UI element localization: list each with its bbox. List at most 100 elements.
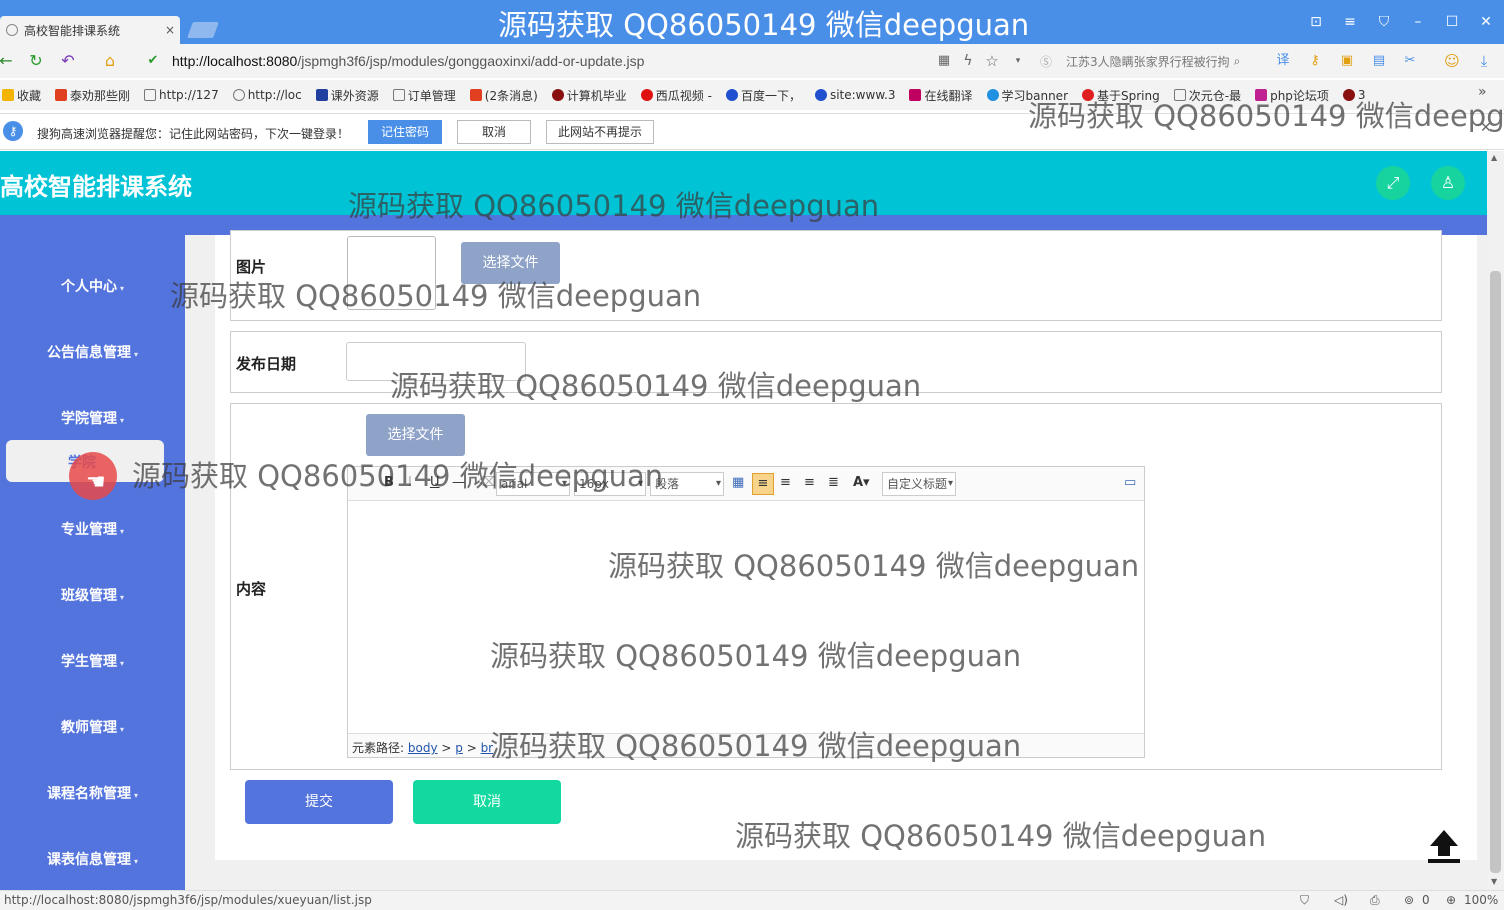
bookmark-item[interactable]: 百度一下，	[725, 87, 801, 104]
never-prompt-button[interactable]: 此网站不再提示	[546, 120, 654, 144]
remember-password-button[interactable]: 记住密码	[368, 120, 442, 144]
align-center-icon[interactable]: ≡	[804, 475, 815, 490]
scissors-icon[interactable]: ✂	[1400, 51, 1420, 71]
sidebar-toggle-icon[interactable]: ⊡	[1306, 12, 1326, 32]
bookmark-item[interactable]: http://127	[144, 88, 219, 102]
font-family-select[interactable]: arial	[496, 472, 570, 496]
align-justify-icon[interactable]: ≣	[828, 475, 839, 490]
screenshot-icon[interactable]: ▣	[1337, 51, 1357, 71]
skin-icon[interactable]: ⛉	[1374, 12, 1394, 32]
content-choose-file-button[interactable]: 选择文件	[366, 414, 465, 456]
sidebar-item-announcements[interactable]: 公告信息管理 ▾	[0, 342, 185, 362]
minimize-icon[interactable]: –	[1408, 12, 1428, 32]
rich-text-editor[interactable]: B I U — ⌫ arial 16px 段落 ▦ ≡ ≡ ≡ ≣ A▾ 自定义…	[347, 466, 1145, 758]
sidebar-item-personal-center[interactable]: 个人中心 ▾	[0, 276, 185, 296]
print-icon[interactable]: ⎙	[1370, 893, 1380, 908]
font-size-select[interactable]: 16px	[574, 472, 646, 496]
italic-icon[interactable]: I	[408, 475, 412, 490]
search-icon[interactable]: ⌕	[1234, 54, 1241, 69]
scrollbar-thumb[interactable]	[1490, 271, 1501, 873]
submit-button[interactable]: 提交	[245, 780, 393, 824]
sidebar-item-college[interactable]: 学院管理 ▾	[0, 408, 185, 428]
sidebar-item-teacher[interactable]: 教师管理 ▾	[0, 717, 185, 737]
bookmark-item[interactable]: 课外资源	[315, 87, 379, 104]
bookmark-item[interactable]: 西瓜视频 -	[640, 87, 712, 104]
format-icon[interactable]: ⌫	[478, 475, 496, 490]
fullscreen-editor-icon[interactable]: ▭	[1124, 475, 1136, 490]
sidebar-item-major[interactable]: 专业管理 ▾	[0, 519, 185, 539]
chevron-down-icon[interactable]: ▾	[1008, 51, 1028, 71]
star-icon[interactable]: ☆	[982, 51, 1002, 71]
paragraph-select[interactable]: 段落	[650, 472, 724, 496]
bookmark-item[interactable]: http://loc	[232, 88, 302, 102]
sidebar-item-class[interactable]: 班级管理 ▾	[0, 585, 185, 605]
bookmark-item[interactable]: 泰劝那些刚	[55, 87, 130, 104]
custom-title-select[interactable]: 自定义标题	[882, 472, 956, 496]
chevron-down-icon: ▾	[119, 659, 124, 668]
horizontal-rule-icon[interactable]: —	[452, 475, 465, 490]
bookmark-item[interactable]: 3	[1342, 88, 1366, 102]
path-body-link[interactable]: body	[408, 741, 438, 755]
font-color-icon[interactable]: A▾	[853, 475, 870, 490]
bookmark-item[interactable]: 订单管理	[392, 87, 456, 104]
zoom-icon[interactable]: ⊕	[1446, 893, 1456, 907]
bookmark-item[interactable]: php论坛项	[1255, 87, 1329, 104]
align-left-icon[interactable]: ≡	[752, 473, 774, 495]
download-status-icon[interactable]: ⊚	[1404, 893, 1414, 907]
align-right-icon[interactable]: ≡	[780, 475, 791, 490]
sidebar-item-student[interactable]: 学生管理 ▾	[0, 651, 185, 671]
sidebar-item-timetable[interactable]: 课表信息管理 ▾	[0, 849, 185, 869]
new-tab-button[interactable]	[187, 22, 219, 38]
sidebar-item-course-name[interactable]: 课程名称管理 ▾	[0, 783, 185, 803]
close-window-icon[interactable]: ✕	[1476, 12, 1496, 32]
bookmark-item[interactable]: 计算机毕业	[551, 87, 627, 104]
translate-icon[interactable]: 译	[1273, 51, 1293, 71]
date-input[interactable]	[346, 342, 526, 381]
maximize-icon[interactable]: ☐	[1442, 12, 1462, 32]
qr-icon[interactable]: ▦	[934, 51, 954, 71]
address-bar[interactable]: http://localhost:8080/jspmgh3f6/jsp/modu…	[172, 53, 644, 69]
back-icon[interactable]: ←	[0, 51, 16, 71]
csdn-icon	[469, 89, 482, 101]
cancel-button[interactable]: 取消	[413, 780, 561, 824]
table-icon[interactable]: ▦	[732, 475, 744, 490]
scroll-to-top-icon[interactable]	[1424, 826, 1464, 866]
bold-icon[interactable]: B	[384, 475, 394, 490]
password-cancel-button[interactable]: 取消	[457, 120, 531, 144]
sound-icon[interactable]: ◁)	[1334, 893, 1348, 907]
bookmark-item[interactable]: 学习banner	[986, 87, 1068, 104]
user-icon[interactable]: ♙	[1431, 166, 1465, 200]
bookmark-item[interactable]: 次元仓-最	[1173, 87, 1241, 104]
underline-icon[interactable]: U	[430, 475, 440, 490]
scroll-up-icon[interactable]: ▲	[1491, 153, 1497, 162]
fullscreen-icon[interactable]: ⤢	[1376, 166, 1410, 200]
bookmark-item[interactable]: 收藏	[2, 87, 41, 104]
emoji-icon[interactable]: ☺	[1442, 51, 1462, 71]
download-icon[interactable]: ⤓	[1474, 51, 1494, 71]
refresh-icon[interactable]: ↻	[26, 51, 46, 71]
lightning-icon[interactable]: ϟ	[958, 51, 978, 71]
bookmark-item[interactable]: (2条消息)	[469, 87, 538, 104]
page-scrollbar[interactable]: ▲ ▼	[1487, 151, 1504, 890]
bookmark-item[interactable]: 在线翻译	[909, 87, 973, 104]
path-br-link[interactable]: br	[481, 741, 494, 755]
bookmark-item[interactable]: site:www.3	[814, 88, 895, 102]
page-icon	[144, 89, 157, 101]
path-p-link[interactable]: p	[455, 741, 463, 755]
image-choose-file-button[interactable]: 选择文件	[461, 242, 560, 284]
shield-icon[interactable]: ⛉	[1300, 893, 1309, 908]
undo-icon[interactable]: ↶	[58, 51, 78, 71]
zoom-level[interactable]: 100%	[1464, 893, 1498, 907]
close-icon[interactable]: ✕	[1480, 120, 1492, 136]
home-icon[interactable]: ⌂	[100, 51, 120, 71]
tab-close-icon[interactable]: ×	[160, 23, 180, 37]
scroll-down-icon[interactable]: ▼	[1491, 877, 1497, 886]
browser-tab[interactable]: 高校智能排课系统 ×	[0, 16, 180, 44]
window-icon[interactable]: ▤	[1369, 51, 1389, 71]
bookmark-item[interactable]: 基于Spring	[1082, 87, 1160, 104]
search-box[interactable]: Ⓢ 江苏3人隐瞒张家界行程被行拘 ⌕	[1040, 50, 1258, 72]
more-bookmarks-icon[interactable]: »	[1478, 84, 1487, 100]
menu-icon[interactable]: ≡	[1340, 12, 1360, 32]
key-icon[interactable]: ⚷	[1305, 51, 1325, 71]
search-input[interactable]: 江苏3人隐瞒张家界行程被行拘	[1066, 53, 1230, 70]
